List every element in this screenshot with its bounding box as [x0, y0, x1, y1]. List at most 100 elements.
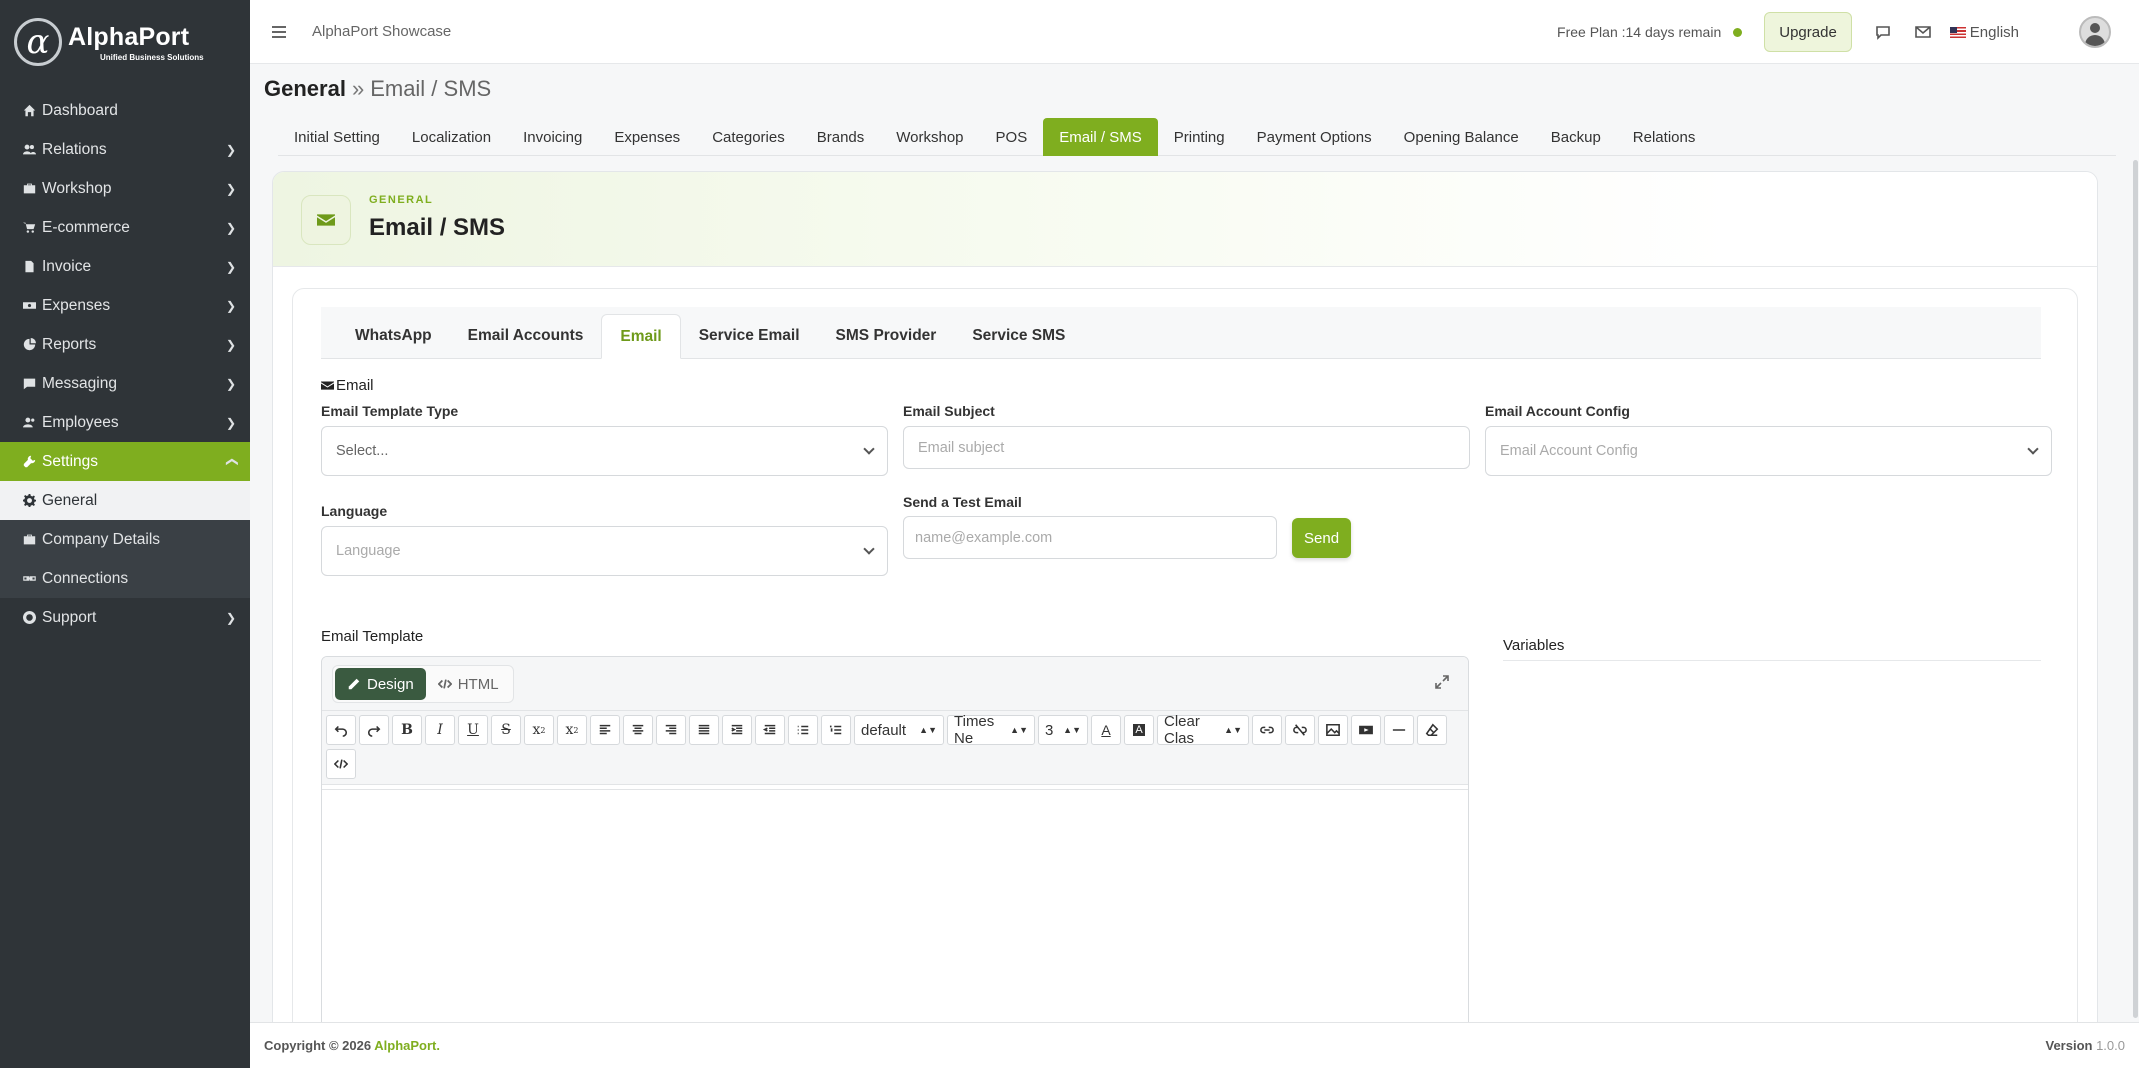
tab-service-sms[interactable]: Service SMS [954, 314, 1083, 358]
editor-content-area[interactable] [322, 789, 1468, 1060]
plan-status: Free Plan :14 days remain [1557, 24, 1722, 40]
text-color-icon[interactable]: A [1091, 715, 1121, 745]
select-arrows-icon: ▲▼ [1010, 725, 1028, 735]
tab-printing[interactable]: Printing [1158, 118, 1241, 156]
superscript-icon[interactable]: x2 [557, 715, 587, 745]
email-subject-input[interactable]: Email subject [903, 426, 1470, 469]
bold-icon[interactable]: B [392, 715, 422, 745]
tab-localization[interactable]: Localization [396, 118, 507, 156]
sidebar-item-workshop[interactable]: Workshop ❯ [0, 169, 250, 208]
breadcrumb-root[interactable]: General [264, 76, 346, 101]
sidebar-item-expenses[interactable]: Expenses ❯ [0, 286, 250, 325]
eraser-icon[interactable] [1417, 715, 1447, 745]
indent-icon[interactable] [722, 715, 752, 745]
source-code-icon[interactable] [326, 749, 356, 779]
redo-icon[interactable] [359, 715, 389, 745]
sidebar-subitem-connections[interactable]: Connections [0, 559, 250, 598]
font-select[interactable]: Times Ne ▲▼ [947, 713, 1035, 747]
align-center-icon[interactable] [623, 715, 653, 745]
envelope-icon [321, 381, 334, 390]
tab-categories[interactable]: Categories [696, 118, 801, 156]
numbered-list-icon[interactable] [821, 715, 851, 745]
style-select[interactable]: default ▲▼ [854, 715, 944, 745]
tab-brands[interactable]: Brands [801, 118, 881, 156]
sidebar-subitem-general[interactable]: General [0, 481, 250, 520]
upgrade-button[interactable]: Upgrade [1764, 12, 1852, 52]
link-icon[interactable] [1252, 715, 1282, 745]
language-placeholder: Language [336, 543, 401, 559]
underline-icon[interactable]: U [458, 715, 488, 745]
sidebar-item-messaging[interactable]: Messaging ❯ [0, 364, 250, 403]
sidebar-item-dashboard[interactable]: Dashboard [0, 91, 250, 130]
sidebar-item-employees[interactable]: Employees ❯ [0, 403, 250, 442]
bullet-list-icon[interactable] [788, 715, 818, 745]
tab-workshop[interactable]: Workshop [880, 118, 979, 156]
align-right-icon[interactable] [656, 715, 686, 745]
image-icon[interactable] [1318, 715, 1348, 745]
sidebar-item-invoice[interactable]: Invoice ❯ [0, 247, 250, 286]
align-left-icon[interactable] [590, 715, 620, 745]
avatar[interactable] [2079, 16, 2111, 48]
sidebar-item-label: Settings [42, 452, 99, 470]
link-icon [22, 572, 36, 586]
horizontal-rule-icon[interactable] [1384, 715, 1414, 745]
tab-email[interactable]: Email [601, 314, 681, 359]
scrollbar-thumb[interactable] [2133, 160, 2138, 1018]
tab-expenses[interactable]: Expenses [598, 118, 696, 156]
sidebar-item-label: Invoice [42, 257, 92, 275]
video-icon[interactable] [1351, 715, 1381, 745]
mail-icon[interactable] [1914, 23, 1932, 41]
version-info: Version 1.0.0 [2045, 1038, 2125, 1053]
sidebar-item-reports[interactable]: Reports ❯ [0, 325, 250, 364]
test-email-input[interactable]: name@example.com [903, 516, 1277, 559]
sidebar-item-relations[interactable]: Relations ❯ [0, 130, 250, 169]
sidebar-item-ecommerce[interactable]: E-commerce ❯ [0, 208, 250, 247]
expand-icon[interactable] [1434, 674, 1450, 690]
footer-brand-link[interactable]: AlphaPort. [374, 1038, 440, 1053]
send-test-button[interactable]: Send [1292, 518, 1352, 558]
sidebar-subitem-company-details[interactable]: Company Details [0, 520, 250, 559]
sidebar-item-settings[interactable]: Settings ❯ [0, 442, 250, 481]
undo-icon[interactable] [326, 715, 356, 745]
design-mode-button[interactable]: Design [335, 668, 426, 700]
menu-toggle-icon[interactable] [272, 25, 286, 38]
tab-payment-options[interactable]: Payment Options [1241, 118, 1388, 156]
chat-icon[interactable] [1874, 23, 1892, 41]
tab-email-sms[interactable]: Email / SMS [1043, 118, 1158, 156]
template-type-value: Select... [336, 443, 389, 459]
section-heading-text: Email [336, 377, 374, 394]
logo[interactable]: α AlphaPort Unified Business Solutions [0, 0, 250, 84]
sidebar-item-support[interactable]: Support ❯ [0, 598, 250, 637]
subscript-icon[interactable]: x2 [524, 715, 554, 745]
tab-relations[interactable]: Relations [1617, 118, 1712, 156]
chevron-right-icon: ❯ [225, 220, 236, 235]
font-size-select[interactable]: 3 ▲▼ [1038, 715, 1088, 745]
logo-mark: α [14, 18, 62, 66]
tab-whatsapp[interactable]: WhatsApp [337, 314, 450, 358]
card-eyebrow: GENERAL [369, 194, 434, 206]
tab-email-accounts[interactable]: Email Accounts [450, 314, 602, 358]
tab-opening-balance[interactable]: Opening Balance [1388, 118, 1535, 156]
html-mode-button[interactable]: HTML [426, 668, 511, 700]
tab-service-email[interactable]: Service Email [681, 314, 818, 358]
sidebar-item-label: Messaging [42, 374, 117, 392]
tab-invoicing[interactable]: Invoicing [507, 118, 598, 156]
money-icon [22, 299, 36, 313]
clear-class-select[interactable]: Clear Clas ▲▼ [1157, 713, 1249, 747]
language-select[interactable]: Language [321, 526, 888, 576]
language-selector[interactable]: English [1949, 24, 2019, 41]
tab-backup[interactable]: Backup [1535, 118, 1617, 156]
account-config-select[interactable]: Email Account Config [1485, 426, 2052, 476]
tab-sms-provider[interactable]: SMS Provider [818, 314, 955, 358]
unlink-icon[interactable] [1285, 715, 1315, 745]
select-arrows-icon: ▲▼ [1224, 725, 1242, 735]
tab-initial-setting[interactable]: Initial Setting [278, 118, 396, 156]
template-type-select[interactable]: Select... [321, 426, 888, 476]
italic-icon[interactable]: I [425, 715, 455, 745]
outdent-icon[interactable] [755, 715, 785, 745]
strikethrough-icon[interactable]: S [491, 715, 521, 745]
justify-icon[interactable] [689, 715, 719, 745]
tab-pos[interactable]: POS [980, 118, 1044, 156]
page-scrollbar[interactable] [2131, 160, 2139, 1018]
highlight-color-icon[interactable]: A [1124, 715, 1154, 745]
